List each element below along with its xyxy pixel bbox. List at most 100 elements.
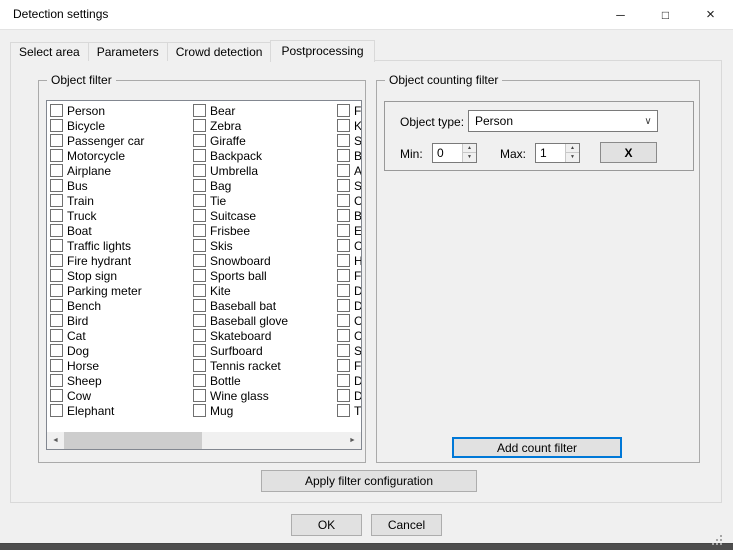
- checkbox-unchecked-icon[interactable]: [50, 224, 63, 237]
- checkbox-unchecked-icon[interactable]: [193, 134, 206, 147]
- checkbox-unchecked-icon[interactable]: [50, 209, 63, 222]
- checkbox-unchecked-icon[interactable]: [337, 359, 350, 372]
- object-filter-item[interactable]: T: [337, 403, 362, 418]
- object-filter-item[interactable]: Train: [50, 193, 192, 208]
- object-filter-item[interactable]: B: [337, 208, 362, 223]
- tab-parameters[interactable]: Parameters: [88, 42, 168, 61]
- checkbox-unchecked-icon[interactable]: [50, 299, 63, 312]
- cancel-button[interactable]: Cancel: [371, 514, 442, 536]
- checkbox-unchecked-icon[interactable]: [193, 149, 206, 162]
- object-filter-item[interactable]: Cat: [50, 328, 192, 343]
- object-filter-item[interactable]: Parking meter: [50, 283, 192, 298]
- checkbox-unchecked-icon[interactable]: [337, 224, 350, 237]
- scrollbar-thumb[interactable]: [64, 432, 202, 449]
- checkbox-unchecked-icon[interactable]: [50, 284, 63, 297]
- object-filter-item[interactable]: Boat: [50, 223, 192, 238]
- checkbox-unchecked-icon[interactable]: [50, 179, 63, 192]
- object-filter-item[interactable]: Stop sign: [50, 268, 192, 283]
- object-filter-item[interactable]: Cow: [50, 388, 192, 403]
- horizontal-scrollbar[interactable]: ◄ ►: [47, 432, 361, 449]
- checkbox-unchecked-icon[interactable]: [193, 179, 206, 192]
- checkbox-unchecked-icon[interactable]: [337, 149, 350, 162]
- checkbox-unchecked-icon[interactable]: [193, 239, 206, 252]
- checkbox-unchecked-icon[interactable]: [337, 314, 350, 327]
- max-spinner[interactable]: 1 ▲ ▼: [535, 143, 580, 163]
- object-type-combobox[interactable]: Person ∨: [468, 110, 658, 132]
- checkbox-unchecked-icon[interactable]: [193, 299, 206, 312]
- object-filter-item[interactable]: Sheep: [50, 373, 192, 388]
- object-filter-item[interactable]: Wine glass: [193, 388, 335, 403]
- object-filter-item[interactable]: Bicycle: [50, 118, 192, 133]
- min-value[interactable]: 0: [437, 144, 444, 162]
- checkbox-unchecked-icon[interactable]: [50, 329, 63, 342]
- minimize-button[interactable]: ─: [598, 0, 643, 29]
- checkbox-unchecked-icon[interactable]: [337, 104, 350, 117]
- checkbox-unchecked-icon[interactable]: [50, 374, 63, 387]
- min-spinner[interactable]: 0 ▲ ▼: [432, 143, 477, 163]
- scroll-right-button[interactable]: ►: [344, 432, 361, 449]
- object-filter-item[interactable]: Tie: [193, 193, 335, 208]
- checkbox-unchecked-icon[interactable]: [193, 224, 206, 237]
- apply-filter-configuration-button[interactable]: Apply filter configuration: [261, 470, 477, 492]
- resize-grip-icon[interactable]: [712, 535, 723, 546]
- object-filter-item[interactable]: Bear: [193, 103, 335, 118]
- checkbox-unchecked-icon[interactable]: [50, 119, 63, 132]
- object-filter-item[interactable]: Mug: [193, 403, 335, 418]
- max-spin-up-button[interactable]: ▲: [566, 144, 579, 153]
- object-filter-item[interactable]: Motorcycle: [50, 148, 192, 163]
- max-value[interactable]: 1: [540, 144, 547, 162]
- remove-count-filter-button[interactable]: X: [600, 142, 657, 163]
- checkbox-unchecked-icon[interactable]: [337, 269, 350, 282]
- checkbox-unchecked-icon[interactable]: [193, 374, 206, 387]
- checkbox-unchecked-icon[interactable]: [337, 179, 350, 192]
- object-filter-item[interactable]: Bird: [50, 313, 192, 328]
- checkbox-unchecked-icon[interactable]: [50, 344, 63, 357]
- checkbox-unchecked-icon[interactable]: [50, 389, 63, 402]
- checkbox-unchecked-icon[interactable]: [193, 164, 206, 177]
- object-filter-item[interactable]: K: [337, 118, 362, 133]
- checkbox-unchecked-icon[interactable]: [50, 104, 63, 117]
- object-filter-item[interactable]: F: [337, 268, 362, 283]
- checkbox-unchecked-icon[interactable]: [193, 269, 206, 282]
- object-filter-item[interactable]: Bench: [50, 298, 192, 313]
- object-filter-item[interactable]: Kite: [193, 283, 335, 298]
- checkbox-unchecked-icon[interactable]: [193, 194, 206, 207]
- checkbox-unchecked-icon[interactable]: [50, 314, 63, 327]
- checkbox-unchecked-icon[interactable]: [193, 329, 206, 342]
- object-filter-item[interactable]: Snowboard: [193, 253, 335, 268]
- object-filter-item[interactable]: Fire hydrant: [50, 253, 192, 268]
- checkbox-unchecked-icon[interactable]: [193, 104, 206, 117]
- object-filter-item[interactable]: Airplane: [50, 163, 192, 178]
- checkbox-unchecked-icon[interactable]: [337, 344, 350, 357]
- checkbox-unchecked-icon[interactable]: [337, 239, 350, 252]
- object-filter-item[interactable]: Bag: [193, 178, 335, 193]
- object-filter-item[interactable]: Zebra: [193, 118, 335, 133]
- checkbox-unchecked-icon[interactable]: [50, 134, 63, 147]
- object-filter-item[interactable]: Umbrella: [193, 163, 335, 178]
- checkbox-unchecked-icon[interactable]: [337, 299, 350, 312]
- checkbox-unchecked-icon[interactable]: [193, 314, 206, 327]
- object-filter-item[interactable]: F: [337, 358, 362, 373]
- object-filter-item[interactable]: C: [337, 328, 362, 343]
- tab-crowd-detection[interactable]: Crowd detection: [167, 42, 272, 61]
- checkbox-unchecked-icon[interactable]: [193, 359, 206, 372]
- checkbox-unchecked-icon[interactable]: [337, 404, 350, 417]
- object-filter-item[interactable]: Dog: [50, 343, 192, 358]
- object-filter-item[interactable]: S: [337, 133, 362, 148]
- object-filter-item[interactable]: Traffic lights: [50, 238, 192, 253]
- checkbox-unchecked-icon[interactable]: [337, 329, 350, 342]
- checkbox-unchecked-icon[interactable]: [337, 389, 350, 402]
- checkbox-unchecked-icon[interactable]: [193, 284, 206, 297]
- checkbox-unchecked-icon[interactable]: [193, 389, 206, 402]
- checkbox-unchecked-icon[interactable]: [50, 269, 63, 282]
- object-filter-item[interactable]: Backpack: [193, 148, 335, 163]
- object-filter-item[interactable]: Bottle: [193, 373, 335, 388]
- object-filter-item[interactable]: Skis: [193, 238, 335, 253]
- checkbox-unchecked-icon[interactable]: [193, 119, 206, 132]
- checkbox-unchecked-icon[interactable]: [50, 164, 63, 177]
- object-filter-item[interactable]: F: [337, 103, 362, 118]
- object-filter-item[interactable]: C: [337, 313, 362, 328]
- object-filter-item[interactable]: Frisbee: [193, 223, 335, 238]
- object-filter-item[interactable]: H: [337, 253, 362, 268]
- tab-postprocessing[interactable]: Postprocessing: [270, 40, 374, 62]
